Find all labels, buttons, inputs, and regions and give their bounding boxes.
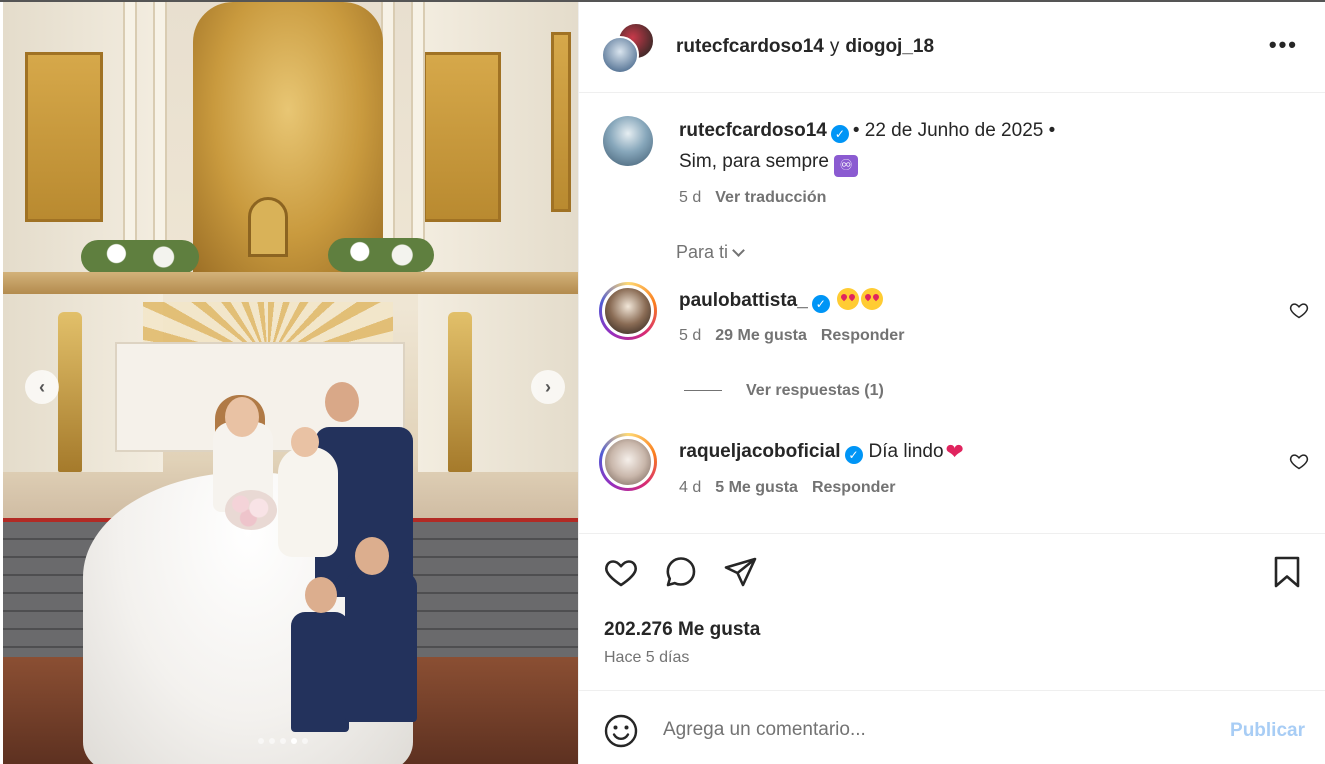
post-actions-bar bbox=[603, 554, 1303, 594]
comment-age: 4 d bbox=[679, 479, 702, 496]
photo-boy-left bbox=[291, 612, 349, 732]
verified-badge-icon: ✓ bbox=[811, 295, 830, 313]
caption-text-line: Sim, para sempre ♾ bbox=[679, 151, 1055, 177]
comment-footer: 5 d 29 Me gusta Responder bbox=[679, 327, 1239, 345]
photo-boy-right-face bbox=[355, 537, 389, 575]
more-horizontal-icon: ••• bbox=[1268, 32, 1298, 57]
photo-altarpiece bbox=[193, 2, 383, 272]
post-side-panel: rutecfcardoso14 y diogoj_18 ••• rutecfcard… bbox=[578, 2, 1325, 764]
section-divider bbox=[579, 533, 1325, 534]
caption-header: rutecfcardoso14 ✓ • 22 de Junho de 2025 • bbox=[679, 120, 1055, 143]
view-replies-label: Ver respuestas (1) bbox=[746, 382, 884, 399]
carousel-indicator bbox=[258, 738, 308, 744]
view-replies-button[interactable]: Ver respuestas (1) bbox=[684, 382, 884, 400]
coauthor-username[interactable]: diogoj_18 bbox=[845, 36, 934, 57]
save-bookmark-icon[interactable] bbox=[1269, 554, 1305, 590]
comment-line: raqueljacoboficial ✓ Día lindo❤ bbox=[679, 439, 1239, 465]
photo-baby-face bbox=[291, 427, 319, 457]
photo-bouquet bbox=[225, 490, 277, 530]
verified-badge-icon: ✓ bbox=[830, 125, 849, 143]
post-authors: rutecfcardoso14 y diogoj_18 bbox=[676, 36, 934, 58]
photo-pillar bbox=[411, 2, 425, 272]
photo-candlestick bbox=[58, 312, 82, 472]
star-struck-emoji-icon bbox=[837, 288, 860, 310]
replies-divider bbox=[684, 390, 722, 392]
photo-groom-face bbox=[325, 382, 359, 422]
comment-footer: 4 d 5 Me gusta Responder bbox=[679, 479, 1239, 497]
photo-bride-face bbox=[225, 397, 259, 437]
comment-text: Día lindo bbox=[868, 441, 944, 462]
carousel-dot bbox=[258, 738, 264, 744]
photo-gold-panel-edge bbox=[551, 32, 571, 212]
comment-line: paulobattista_ ✓ bbox=[679, 288, 1239, 313]
author-username[interactable]: rutecfcardoso14 bbox=[676, 36, 824, 57]
photo-candlestick bbox=[448, 312, 472, 472]
chevron-down-icon bbox=[732, 244, 745, 257]
share-send-icon[interactable] bbox=[723, 554, 759, 590]
heart-outline-icon[interactable] bbox=[1289, 451, 1309, 471]
comment-sort-dropdown[interactable]: Para ti bbox=[676, 242, 745, 263]
avatar[interactable] bbox=[602, 436, 654, 488]
comment-body: raqueljacoboficial ✓ Día lindo❤ 4 d 5 Me gu… bbox=[679, 439, 1239, 497]
carousel-dot-active bbox=[291, 738, 297, 744]
more-options-button[interactable]: ••• bbox=[1269, 32, 1298, 58]
carousel-dot bbox=[302, 738, 308, 744]
post-timestamp: Hace 5 días bbox=[604, 649, 690, 666]
reply-button[interactable]: Responder bbox=[821, 327, 905, 344]
comment-age: 5 d bbox=[679, 327, 702, 344]
carousel-next-button[interactable]: › bbox=[531, 370, 565, 404]
likes-count[interactable]: 202.276 Me gusta bbox=[604, 619, 760, 641]
reply-button[interactable]: Responder bbox=[812, 479, 896, 496]
caption-age: 5 d bbox=[679, 189, 702, 206]
photo-cornice bbox=[3, 272, 578, 294]
photo-gold-panel-left bbox=[25, 52, 103, 222]
like-heart-icon[interactable] bbox=[603, 554, 639, 590]
comment-body: paulobattista_ ✓ 5 d 29 Me gusta Responder bbox=[679, 288, 1239, 345]
comment-bubble-icon[interactable] bbox=[663, 554, 699, 590]
red-heart-emoji-icon: ❤ bbox=[945, 439, 964, 464]
heart-outline-icon[interactable] bbox=[1289, 300, 1309, 320]
story-ring[interactable] bbox=[599, 433, 657, 491]
caption-body: rutecfcardoso14 ✓ • 22 de Junho de 2025 • … bbox=[679, 120, 1055, 207]
photo-niche bbox=[248, 197, 288, 257]
comment-username[interactable]: paulobattista_ bbox=[679, 290, 808, 311]
comment-username[interactable]: raqueljacoboficial bbox=[679, 441, 841, 462]
comment-likes[interactable]: 5 Me gusta bbox=[715, 479, 798, 496]
caption-text: Sim, para sempre bbox=[679, 151, 829, 172]
comment-sort-label: Para ti bbox=[676, 242, 729, 262]
emoji-smile-icon[interactable] bbox=[603, 713, 639, 749]
post-photo[interactable]: ‹ › bbox=[3, 2, 578, 764]
photo-pillar bbox=[381, 2, 395, 272]
infinity-emoji-icon: ♾ bbox=[834, 155, 859, 177]
photo-gold-panel-right bbox=[423, 52, 501, 222]
publish-button[interactable]: Publicar bbox=[1230, 720, 1305, 742]
photo-baby bbox=[278, 447, 338, 557]
carousel-dot bbox=[269, 738, 275, 744]
carousel-dot bbox=[280, 738, 286, 744]
comment-likes[interactable]: 29 Me gusta bbox=[715, 327, 807, 344]
carousel-prev-button[interactable]: ‹ bbox=[25, 370, 59, 404]
photo-flowers-left bbox=[81, 240, 199, 274]
post-header: rutecfcardoso14 y diogoj_18 ••• bbox=[579, 2, 1325, 93]
avatar[interactable] bbox=[603, 116, 653, 166]
avatar[interactable] bbox=[602, 285, 654, 337]
photo-flowers-right bbox=[328, 238, 434, 272]
caption-username[interactable]: rutecfcardoso14 bbox=[679, 120, 827, 141]
coauthor-avatars[interactable] bbox=[601, 22, 657, 76]
star-struck-emoji-icon bbox=[861, 288, 884, 310]
story-ring[interactable] bbox=[599, 282, 657, 340]
comment-input[interactable] bbox=[663, 713, 1203, 747]
caption-footer: 5 d Ver traducción bbox=[679, 189, 1055, 207]
translate-link[interactable]: Ver traducción bbox=[715, 189, 826, 206]
photo-pillar bbox=[153, 2, 167, 272]
comment-composer: Publicar bbox=[579, 690, 1325, 764]
photo-boy-left-face bbox=[305, 577, 337, 613]
photo-boy-right bbox=[345, 572, 417, 722]
caption-meta: • 22 de Junho de 2025 • bbox=[852, 120, 1056, 141]
verified-badge-icon: ✓ bbox=[844, 446, 863, 464]
avatar[interactable] bbox=[601, 36, 639, 74]
author-conjunction: y bbox=[829, 36, 840, 57]
photo-pillar bbox=[123, 2, 137, 272]
